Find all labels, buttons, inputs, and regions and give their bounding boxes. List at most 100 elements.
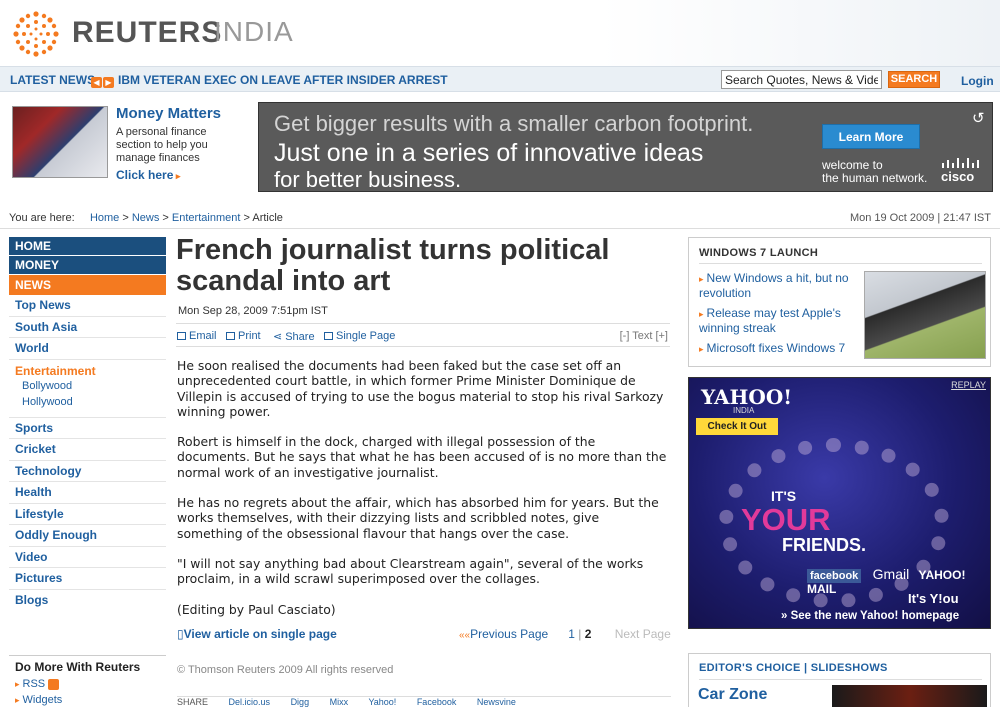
money-matters-link[interactable]: Click here ▸	[116, 168, 180, 182]
gmail-logo: Gmail	[872, 566, 910, 582]
editors-choice-heading[interactable]: EDITOR'S CHOICE | SLIDESHOWS	[699, 662, 888, 674]
single-page-icon	[324, 332, 333, 340]
view-single-page-label[interactable]: View article on single page	[184, 627, 337, 641]
list-item-label[interactable]: New Windows a hit, but no revolution	[699, 271, 849, 300]
share-newsvine[interactable]: Newsvine	[477, 697, 516, 707]
single-page-label[interactable]: Single Page	[336, 330, 395, 342]
breadcrumb-entertainment[interactable]: Entertainment	[172, 212, 240, 224]
share-tool[interactable]: ⋖ Share	[273, 330, 315, 343]
breadcrumb-article: Article	[252, 212, 283, 224]
widgets-link[interactable]: ▸ Widgets	[9, 694, 166, 706]
nav-entertainment-group: Entertainment Bollywood Hollywood	[9, 360, 166, 418]
share-yahoo[interactable]: Yahoo!	[368, 697, 396, 707]
nav-news[interactable]: NEWS	[9, 275, 166, 295]
nav-video[interactable]: Video	[9, 547, 166, 568]
money-matters-image[interactable]	[12, 106, 108, 178]
article-dateline: Mon Sep 28, 2009 7:51pm IST	[178, 305, 328, 317]
print-tool[interactable]: Print	[226, 330, 261, 342]
ticker-prev-icon[interactable]: ◀	[91, 77, 102, 88]
nav-bollywood[interactable]: Bollywood	[15, 378, 166, 394]
print-label[interactable]: Print	[238, 330, 261, 342]
ad-see-new-homepage[interactable]: » See the new Yahoo! homepage	[781, 610, 959, 622]
bullet-icon: ▸	[15, 679, 20, 689]
breadcrumb-sep: >	[243, 212, 250, 224]
nav-entertainment[interactable]: Entertainment	[15, 364, 166, 378]
bullet-icon: ▸	[15, 695, 20, 705]
prev-page-link[interactable]: Previous Page	[470, 627, 548, 641]
check-it-out-button[interactable]: Check It Out	[696, 418, 778, 435]
list-item-label[interactable]: Release may test Apple's winning streak	[699, 306, 841, 335]
ad-your: YOUR	[741, 502, 831, 537]
page-icon: ▯	[177, 627, 184, 641]
single-page-tool[interactable]: Single Page	[324, 330, 395, 342]
replay-icon[interactable]: ↺	[972, 109, 985, 127]
nav-top-news[interactable]: Top News	[9, 295, 166, 317]
nav-pictures[interactable]: Pictures	[9, 568, 166, 590]
rss-label[interactable]: RSS	[23, 678, 46, 690]
list-item-label[interactable]: Microsoft fixes Windows 7	[707, 341, 846, 355]
share-label[interactable]: Share	[285, 331, 314, 343]
text-size-control[interactable]: [-] Text [+]	[620, 330, 668, 342]
email-icon	[177, 332, 186, 340]
divider	[699, 679, 982, 680]
money-matters-title[interactable]: Money Matters	[116, 105, 221, 122]
slideshow-image[interactable]	[832, 685, 987, 707]
login-link[interactable]: Login	[961, 74, 994, 88]
latest-news-label: LATEST NEWS	[10, 73, 96, 87]
search-input[interactable]	[721, 70, 882, 89]
money-matters-link-label[interactable]: Click here	[116, 168, 173, 182]
cisco-bars-icon	[942, 158, 979, 168]
paragraph: Robert is himself in the dock, charged w…	[177, 434, 667, 480]
email-label[interactable]: Email	[189, 330, 217, 342]
share-facebook[interactable]: Facebook	[417, 697, 457, 707]
latest-news-headline[interactable]: IBM VETERAN EXEC ON LEAVE AFTER INSIDER …	[118, 73, 448, 87]
facebook-logo: facebook	[807, 569, 862, 583]
breadcrumb-label: You are here:	[9, 212, 75, 224]
nav-cricket[interactable]: Cricket	[9, 439, 166, 461]
bullet-icon: ▸	[699, 309, 704, 319]
email-tool[interactable]: Email	[177, 330, 217, 342]
ticker-next-icon[interactable]: ▶	[103, 77, 114, 88]
breadcrumb-news[interactable]: News	[132, 212, 160, 224]
list-item[interactable]: ▸ Microsoft fixes Windows 7	[699, 341, 859, 356]
brand-name[interactable]: REUTERS	[72, 16, 222, 50]
current-date: Mon 19 Oct 2009 | 21:47 IST	[849, 212, 991, 224]
share-delicious[interactable]: Del.icio.us	[229, 697, 271, 707]
share-mixx[interactable]: Mixx	[330, 697, 349, 707]
learn-more-button[interactable]: Learn More	[822, 124, 920, 149]
ad-friends: FRIENDS.	[782, 535, 867, 555]
cisco-banner-ad[interactable]: Get bigger results with a smaller carbon…	[258, 102, 993, 192]
nav-health[interactable]: Health	[9, 482, 166, 504]
nav-oddly-enough[interactable]: Oddly Enough	[9, 525, 166, 547]
reuters-logo-icon[interactable]	[12, 10, 60, 58]
do-more-heading: Do More With Reuters	[15, 660, 141, 674]
ticker-controls[interactable]: ◀ ▶	[91, 74, 115, 88]
nav-technology[interactable]: Technology	[9, 461, 166, 482]
nav-blogs[interactable]: Blogs	[9, 590, 166, 612]
list-item[interactable]: ▸ Release may test Apple's winning streak	[699, 306, 859, 335]
breadcrumb-home[interactable]: Home	[90, 212, 119, 224]
paragraph: He soon realised the documents had been …	[177, 358, 664, 419]
share-digg[interactable]: Digg	[291, 697, 310, 707]
list-item[interactable]: ▸ New Windows a hit, but no revolution	[699, 271, 859, 300]
view-single-page-link[interactable]: ▯View article on single page	[177, 627, 337, 641]
search-button[interactable]: SEARCH	[888, 71, 940, 88]
share-row: SHARE Del.icio.us Digg Mixx Yahoo! Faceb…	[177, 696, 671, 707]
nav-world[interactable]: World	[9, 338, 166, 360]
nav-south-asia[interactable]: South Asia	[9, 317, 166, 338]
article-headline: French journalist turns political scanda…	[176, 234, 610, 297]
slideshow-title[interactable]: Car Zone	[698, 686, 767, 704]
nav-money[interactable]: MONEY	[9, 256, 166, 275]
rss-link[interactable]: ▸ RSS	[9, 678, 166, 690]
page-1-link[interactable]: 1	[568, 627, 575, 641]
nav-lifestyle[interactable]: Lifestyle	[9, 504, 166, 525]
widgets-label[interactable]: Widgets	[23, 694, 63, 706]
nav-sports[interactable]: Sports	[9, 418, 166, 439]
banner-welcome-2: the human network.	[822, 171, 928, 185]
rss-icon[interactable]	[48, 678, 60, 690]
nav-home[interactable]: HOME	[9, 237, 166, 256]
replay-link[interactable]: REPLAY	[951, 380, 986, 390]
yahoo-ad[interactable]: YAHOO! INDIA REPLAY Check It Out IT'S YO…	[688, 377, 991, 629]
nav-hollywood[interactable]: Hollywood	[15, 394, 166, 410]
windows7-image[interactable]	[864, 271, 986, 359]
